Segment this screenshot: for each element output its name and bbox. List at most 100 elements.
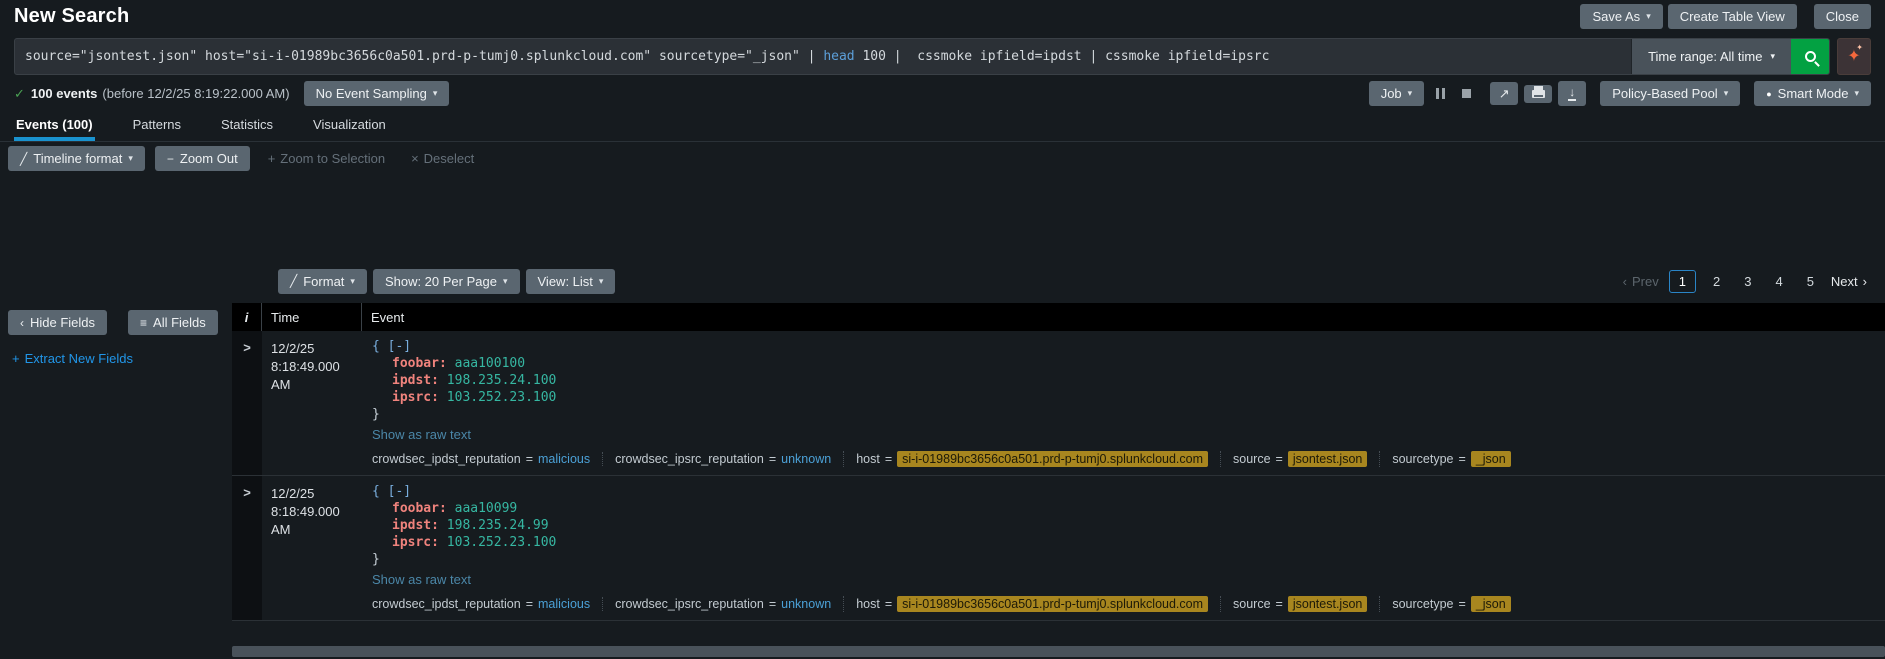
tag-value-highlighted[interactable]: si-i-01989bc3656c0a501.prd-p-tumj0.splun… [897,596,1208,612]
expand-event-button[interactable]: > [232,476,262,620]
extract-new-fields-link[interactable]: + Extract New Fields [12,351,133,366]
json-open-toggle[interactable]: { [-] [372,338,1875,355]
equals-sign: = [885,597,892,611]
page-title: New Search [14,5,129,28]
chevron-down-icon: ▾ [1646,11,1651,22]
tab-statistics[interactable]: Statistics [219,111,275,141]
json-value[interactable]: 103.252.23.100 [447,535,557,550]
format-dropdown[interactable]: ╱ Format ▾ [278,269,367,294]
page-3[interactable]: 3 [1737,271,1758,292]
field-tag[interactable]: host=si-i-01989bc3656c0a501.prd-p-tumj0.… [843,451,1208,467]
tag-value-highlighted[interactable]: jsontest.json [1288,596,1367,612]
event-time: 8:18:49.000 AM [271,503,354,539]
field-tag[interactable]: host = si-i-01989bc3656c0a501.prd-p-tumj0.… [843,596,1208,612]
create-table-view-button[interactable]: Create Table View [1668,4,1797,29]
events-table: i Time Event > 12/2/25 8:18:49.000 AM { … [232,303,1885,659]
event-date: 12/2/25 [271,340,354,358]
json-open-toggle[interactable]: { [-] [372,483,1875,500]
status-row: ✓ 100 events (before 12/2/25 8:19:22.000… [14,80,1871,107]
chevron-down-icon: ▾ [1770,51,1775,62]
timeline-format-dropdown[interactable]: ╱ Timeline format ▾ [8,146,145,171]
json-value[interactable]: 103.252.23.100 [447,390,557,405]
json-key[interactable]: ipsrc: [392,390,439,405]
field-tag[interactable]: crowdsec_ipsrc_reputation=unknown [602,597,831,611]
page-1[interactable]: 1 [1669,270,1696,293]
event-count-detail: (before 12/2/25 8:19:22.000 AM) [102,86,289,101]
export-button[interactable]: ↓ [1558,81,1586,106]
search-button[interactable] [1791,39,1829,74]
json-key[interactable]: foobar: [392,356,447,371]
tab-visualization[interactable]: Visualization [311,111,388,141]
next-page-button[interactable]: Next › [1831,274,1867,289]
page-2[interactable]: 2 [1706,271,1727,292]
json-value[interactable]: aaa100100 [455,356,525,371]
tag-value-highlighted[interactable]: jsontest.json [1288,451,1367,467]
page-4[interactable]: 4 [1768,271,1789,292]
ai-assistant-button[interactable]: ✦ ✦ [1837,38,1871,75]
job-controls: Job ▾ ↗ ↓ Policy-Based Pool ▾ ● [1369,81,1871,106]
hide-fields-button[interactable]: ‹ Hide Fields [8,310,107,335]
next-label: Next [1831,274,1858,289]
field-tag[interactable]: sourcetype=_json [1379,596,1510,612]
share-button[interactable]: ↗ [1490,82,1518,105]
tab-events[interactable]: Events (100) [14,111,95,141]
event-cell: { [-] foobar: aaa10099 ipdst: 198.235.24… [362,476,1885,620]
json-key[interactable]: ipdst: [392,518,439,533]
view-dropdown[interactable]: View: List ▾ [526,269,616,294]
tag-value[interactable]: malicious [538,452,590,466]
json-key[interactable]: ipsrc: [392,535,439,550]
event-json: { [-] foobar: aaa100100 ipdst: 198.235.2… [372,338,1875,423]
json-key[interactable]: ipdst: [392,373,439,388]
search-mode-label: Smart Mode [1778,86,1849,101]
workload-pool-dropdown[interactable]: Policy-Based Pool ▾ [1600,81,1740,106]
zoom-out-button[interactable]: − Zoom Out [155,146,250,171]
search-input[interactable]: source="jsontest.json" host="si-i-01989b… [15,39,1631,74]
column-header-info: i [232,303,262,331]
field-tag[interactable]: source=jsontest.json [1220,451,1367,467]
hide-fields-label: Hide Fields [30,315,95,330]
per-page-dropdown[interactable]: Show: 20 Per Page ▾ [373,269,520,294]
field-tag[interactable]: crowdsec_ipsrc_reputation=unknown [602,452,831,466]
page-5[interactable]: 5 [1800,271,1821,292]
tag-value-highlighted[interactable]: _json [1471,596,1511,612]
tab-patterns[interactable]: Patterns [131,111,183,141]
chevron-down-icon: ▾ [350,276,355,287]
job-dropdown[interactable]: Job ▾ [1369,81,1425,106]
save-as-label: Save As [1592,9,1640,24]
top-bar-actions: Save As ▾ Create Table View Close [1580,4,1871,29]
json-value[interactable]: 198.235.24.100 [447,373,557,388]
search-mode-dropdown[interactable]: ● Smart Mode ▾ [1754,81,1871,106]
pause-button[interactable] [1430,83,1450,105]
field-tag[interactable]: sourcetype=_json [1379,451,1510,467]
field-tag[interactable]: crowdsec_ipdst_reputation=malicious [372,452,590,466]
tag-value[interactable]: malicious [538,597,590,611]
save-as-button[interactable]: Save As ▾ [1580,4,1662,29]
event-field-tags: crowdsec_ipdst_reputation=malicious crow… [372,451,1875,467]
horizontal-scrollbar[interactable] [232,646,1885,657]
json-key[interactable]: foobar: [392,501,447,516]
time-range-dropdown[interactable]: Time range: All time ▾ [1631,39,1791,74]
show-raw-text-link[interactable]: Show as raw text [372,572,1875,587]
tag-value-highlighted[interactable]: si-i-01989bc3656c0a501.prd-p-tumj0.splun… [897,451,1208,467]
tag-value[interactable]: unknown [781,597,831,611]
field-tag[interactable]: crowdsec_ipdst_reputation=malicious [372,597,590,611]
event-sampling-dropdown[interactable]: No Event Sampling ▾ [304,81,450,106]
share-icon: ↗ [1499,87,1510,100]
tag-value-highlighted[interactable]: _json [1471,451,1511,467]
show-raw-text-link[interactable]: Show as raw text [372,427,1875,442]
all-fields-button[interactable]: ≡ All Fields [128,310,218,335]
list-controls-row: ╱ Format ▾ Show: 20 Per Page ▾ View: Lis… [0,266,1885,296]
json-value[interactable]: aaa10099 [455,501,518,516]
list-icon: ≡ [140,316,147,330]
tag-value[interactable]: unknown [781,452,831,466]
stop-button[interactable] [1456,83,1476,105]
json-value[interactable]: 198.235.24.99 [447,518,549,533]
expand-event-button[interactable]: > [232,331,262,475]
expand-icon: > [243,485,251,620]
prev-page-button: ‹ Prev [1623,274,1659,289]
field-tag[interactable]: source=jsontest.json [1220,596,1367,612]
close-button[interactable]: Close [1814,4,1871,29]
create-table-view-label: Create Table View [1680,9,1785,24]
print-button[interactable] [1524,85,1552,103]
tag-key: host [856,597,880,611]
